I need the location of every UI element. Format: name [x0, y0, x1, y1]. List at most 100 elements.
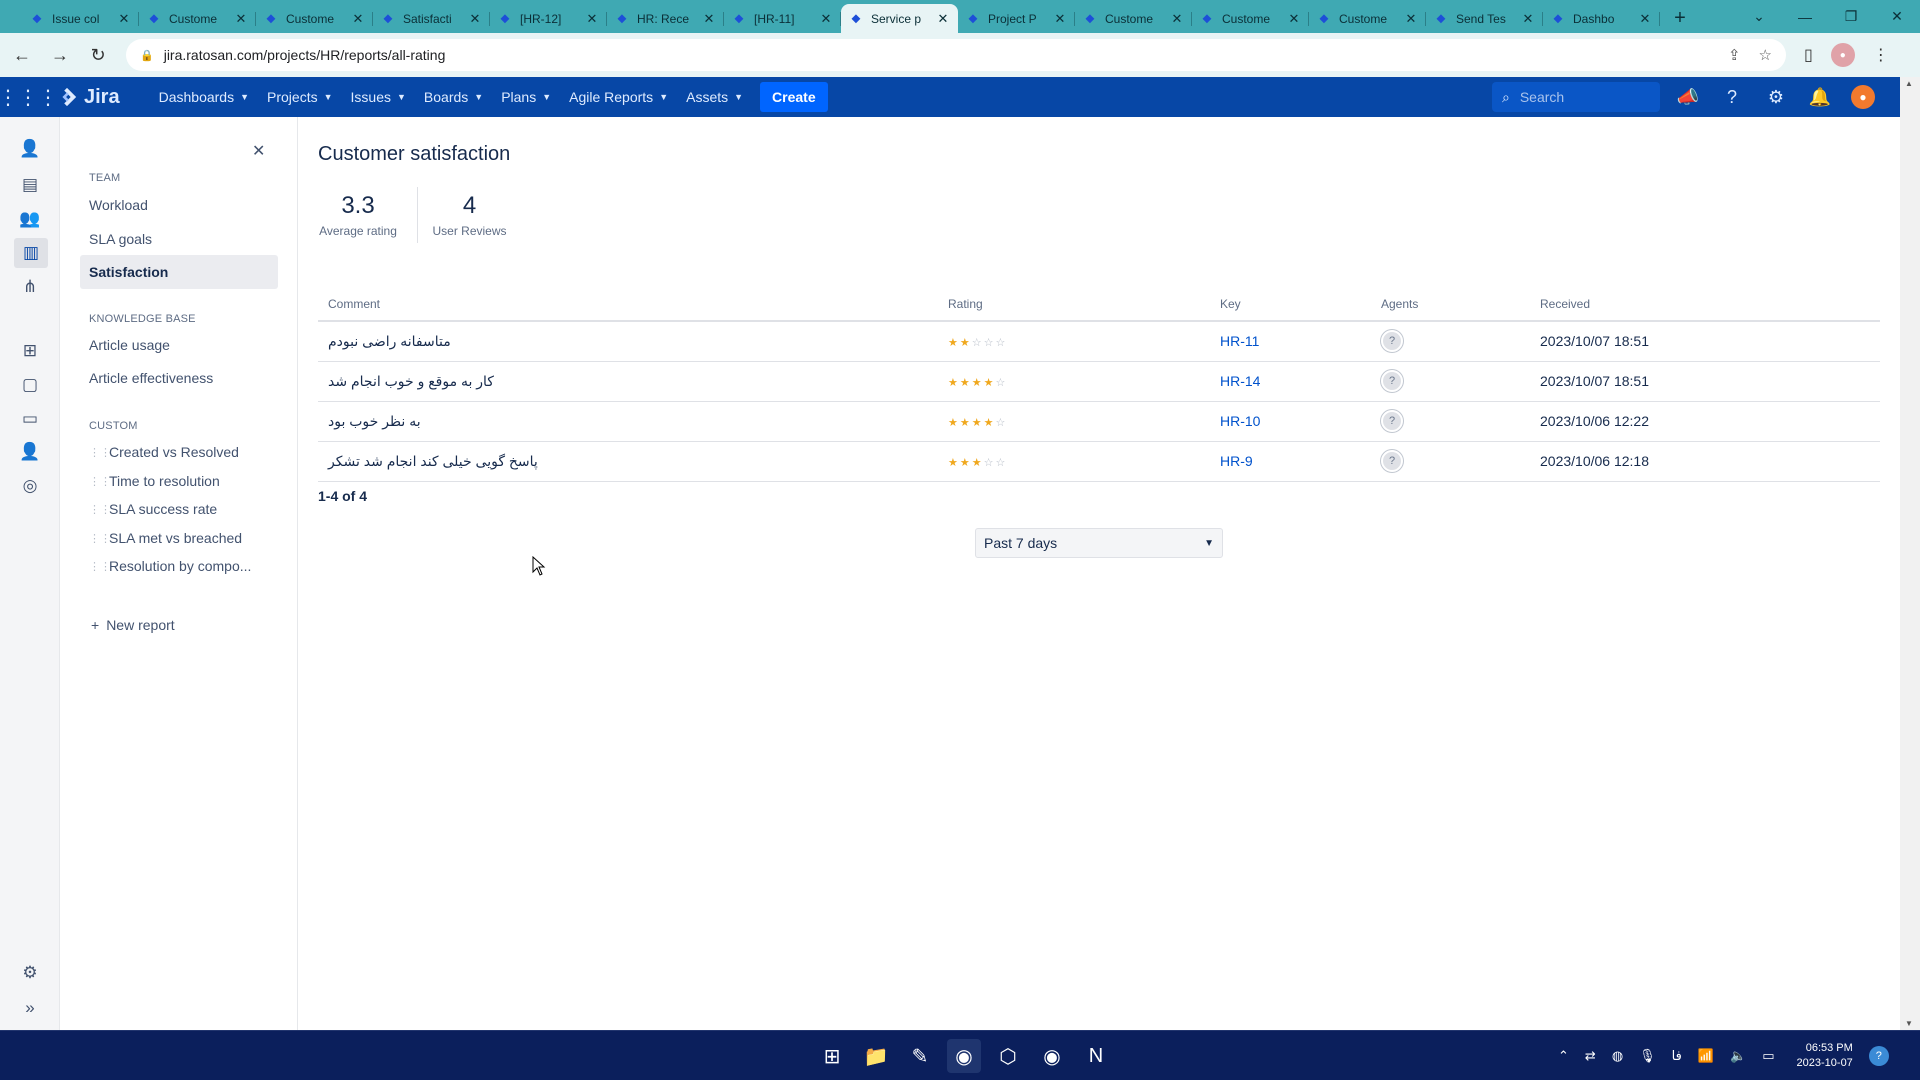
reports-icon[interactable]: ▥ [14, 238, 48, 268]
transfer-icon[interactable]: ⇄ [1585, 1048, 1596, 1064]
browser-tab[interactable]: ⬥ Satisfacti ✕ [373, 4, 490, 33]
nav-menu-assets[interactable]: Assets ▼ [677, 77, 752, 117]
sidebar-item-article-usage[interactable]: Article usage [89, 337, 170, 353]
chrome-active-icon[interactable]: ◉ [947, 1039, 981, 1073]
close-tab-icon[interactable]: ✕ [234, 11, 248, 27]
drag-handle-icon[interactable]: ⋮⋮ [89, 503, 111, 516]
project-settings-icon[interactable]: ⚙ [18, 961, 42, 985]
volume-icon[interactable]: 🔈 [1730, 1048, 1746, 1064]
sidebar-custom-report[interactable]: ⋮⋮ Resolution by compo... [89, 558, 251, 574]
minimize-button[interactable]: — [1782, 0, 1828, 33]
sidebar-item-satisfaction[interactable]: Satisfaction [80, 255, 278, 289]
browser-tab[interactable]: ⬥ Issue col ✕ [22, 4, 139, 33]
close-tab-icon[interactable]: ✕ [1404, 11, 1418, 27]
column-header-key[interactable]: Key [1210, 287, 1371, 322]
column-header-agents[interactable]: Agents [1371, 287, 1530, 322]
browser-tab[interactable]: ⬥ HR: Rece ✕ [607, 4, 724, 33]
close-tab-icon[interactable]: ✕ [1521, 11, 1535, 27]
paint-app-icon[interactable]: ✎ [903, 1039, 937, 1073]
issues-tree-icon[interactable]: ⋔ [18, 275, 42, 299]
pages-icon[interactable]: ▢ [18, 373, 42, 397]
sidebar-custom-report[interactable]: ⋮⋮ Time to resolution [89, 473, 220, 489]
help-icon[interactable]: ? [1719, 84, 1745, 110]
profile-avatar[interactable]: ● [1830, 43, 1855, 67]
restore-button[interactable]: ❐ [1828, 0, 1874, 33]
app-switcher-icon[interactable]: ⋮⋮⋮ [0, 77, 58, 117]
microphone-icon[interactable]: 🎙 [1639, 1048, 1656, 1064]
battery-icon[interactable]: ▭ [1762, 1048, 1774, 1064]
back-button[interactable]: ← [6, 39, 38, 71]
user-avatar[interactable]: ● [1851, 85, 1875, 109]
wifi-icon[interactable]: 📶 [1698, 1048, 1714, 1064]
windows-start-icon[interactable]: ⊞ [815, 1039, 849, 1073]
close-tab-icon[interactable]: ✕ [468, 11, 482, 27]
browser-tab[interactable]: ⬥ Custome ✕ [1192, 4, 1309, 33]
agent-avatar[interactable]: ? [1381, 410, 1403, 432]
browser-tab[interactable]: ⬥ Service p ✕ [841, 4, 958, 33]
agent-avatar[interactable]: ? [1381, 370, 1403, 392]
sidebar-custom-report[interactable]: ⋮⋮ Created vs Resolved [89, 444, 239, 460]
browser-tab[interactable]: ⬥ Custome ✕ [139, 4, 256, 33]
explore-compass-icon[interactable]: ◎ [18, 474, 42, 498]
agent-avatar[interactable]: ? [1381, 330, 1403, 353]
scroll-up-icon[interactable]: ▲ [1905, 79, 1913, 88]
nav-menu-dashboards[interactable]: Dashboards ▼ [150, 77, 258, 117]
sidebar-item-workload[interactable]: Workload [89, 197, 148, 213]
scroll-down-icon[interactable]: ▼ [1905, 1019, 1913, 1028]
tray-overflow-icon[interactable]: ⌃ [1558, 1048, 1569, 1064]
browser-tab[interactable]: ⬥ Send Tes ✕ [1426, 4, 1543, 33]
sidebar-item-article-effectiveness[interactable]: Article effectiveness [89, 370, 213, 386]
browser-tab[interactable]: ⬥ Project P ✕ [958, 4, 1075, 33]
drag-handle-icon[interactable]: ⋮⋮ [89, 475, 111, 488]
close-tab-icon[interactable]: ✕ [1638, 11, 1652, 27]
channels-icon[interactable]: ▭ [18, 407, 42, 431]
close-window-button[interactable]: ✕ [1874, 0, 1920, 33]
notifications-bell-icon[interactable]: 🔔 [1807, 84, 1833, 110]
nav-menu-projects[interactable]: Projects ▼ [258, 77, 342, 117]
cube-app-icon[interactable]: ⬡ [991, 1039, 1025, 1073]
close-tab-icon[interactable]: ✕ [117, 11, 131, 27]
settings-gear-icon[interactable]: ⚙ [1763, 84, 1789, 110]
page-scrollbar[interactable]: ▲ ▼ [1900, 77, 1920, 1030]
nav-menu-issues[interactable]: Issues ▼ [342, 77, 415, 117]
project-avatar-icon[interactable]: 👤 [18, 137, 42, 161]
issue-key-link[interactable]: HR-9 [1220, 453, 1253, 469]
drag-handle-icon[interactable]: ⋮⋮ [89, 560, 111, 573]
side-panel-icon[interactable]: ▯ [1804, 45, 1813, 65]
issue-key-link[interactable]: HR-14 [1220, 373, 1260, 389]
close-tab-icon[interactable]: ✕ [1053, 11, 1067, 27]
close-tab-icon[interactable]: ✕ [1287, 11, 1301, 27]
browser-tab[interactable]: ⬥ Custome ✕ [256, 4, 373, 33]
close-sidebar-icon[interactable]: ✕ [252, 141, 265, 161]
invite-team-icon[interactable]: 👤 [18, 440, 42, 464]
column-header-rating[interactable]: Rating [938, 287, 1210, 322]
period-select[interactable]: Past 7 days ▼ [975, 528, 1223, 558]
language-indicator[interactable]: فا [1672, 1048, 1682, 1064]
browser-tab[interactable]: ⬥ Custome ✕ [1309, 4, 1426, 33]
reload-button[interactable]: ↻ [82, 39, 114, 71]
customers-icon[interactable]: 👥 [18, 207, 42, 231]
browser-tab[interactable]: ⬥ Custome ✕ [1075, 4, 1192, 33]
browser-tab[interactable]: ⬥ [HR-11] ✕ [724, 4, 841, 33]
new-tab-button[interactable]: + [1666, 4, 1694, 33]
share-icon[interactable]: ⇪ [1728, 46, 1741, 64]
system-clock[interactable]: 06:53 PM 2023-10-07 [1797, 1041, 1853, 1071]
forward-button[interactable]: → [44, 39, 76, 71]
sidebar-custom-report[interactable]: ⋮⋮ SLA success rate [89, 501, 217, 517]
sidebar-item-sla-goals[interactable]: SLA goals [89, 231, 152, 247]
search-input[interactable]: ⌕ Search [1492, 82, 1660, 112]
create-button[interactable]: Create [760, 82, 828, 112]
close-tab-icon[interactable]: ✕ [585, 11, 599, 27]
nav-menu-plans[interactable]: Plans ▼ [492, 77, 560, 117]
browser-menu-icon[interactable]: ⋮ [1873, 45, 1889, 65]
close-tab-icon[interactable]: ✕ [702, 11, 716, 27]
nav-menu-agile-reports[interactable]: Agile Reports ▼ [560, 77, 677, 117]
url-field[interactable]: 🔒 jira.ratosan.com/projects/HR/reports/a… [126, 39, 1786, 71]
close-tab-icon[interactable]: ✕ [351, 11, 365, 27]
close-tab-icon[interactable]: ✕ [936, 11, 950, 27]
queues-icon[interactable]: ▤ [18, 173, 42, 197]
new-report-button[interactable]: + New report [91, 617, 175, 633]
expand-sidebar-icon[interactable]: » [18, 996, 42, 1020]
vpn-icon[interactable]: ◍ [1612, 1048, 1623, 1064]
browser-tab[interactable]: ⬥ [HR-12] ✕ [490, 4, 607, 33]
